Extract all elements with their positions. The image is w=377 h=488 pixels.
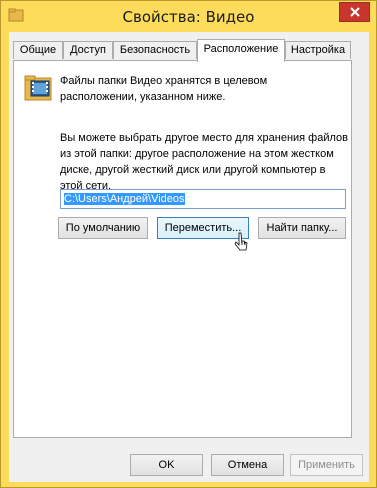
tab-location[interactable]: Расположение — [197, 39, 285, 62]
location-info-text: Файлы папки Видео хранятся в целевом рас… — [60, 75, 268, 103]
dialog-footer: OK Отмена Применить — [9, 438, 369, 482]
tab-customize[interactable]: Настройка — [285, 41, 351, 59]
tab-general[interactable]: Общие — [13, 41, 63, 59]
apply-button[interactable]: Применить — [290, 454, 363, 476]
default-button[interactable]: По умолчанию — [58, 217, 148, 239]
tab-sharing[interactable]: Доступ — [63, 41, 113, 59]
window-title: Свойства: Видео — [122, 8, 255, 26]
mouse-cursor-icon — [234, 232, 248, 251]
title-bar[interactable]: Свойства: Видео — [1, 1, 376, 35]
path-input[interactable]: C:\Users\Андрей\Videos — [60, 189, 346, 209]
close-button[interactable] — [339, 2, 370, 22]
path-value: C:\Users\Андрей\Videos — [64, 193, 185, 205]
tab-security[interactable]: Безопасность — [113, 41, 197, 59]
location-help-text: Вы можете выбрать другое место для хране… — [60, 132, 348, 192]
ok-button[interactable]: OK — [130, 454, 203, 476]
properties-window: Свойства: Видео Общие Доступ Безопасност… — [0, 0, 377, 488]
cancel-button[interactable]: Отмена — [211, 454, 284, 476]
close-icon — [349, 7, 360, 17]
video-folder-icon — [24, 75, 52, 101]
dialog-client: Общие Доступ Безопасность Расположение Н… — [9, 32, 369, 482]
location-panel: Файлы папки Видео хранятся в целевом рас… — [13, 60, 352, 438]
find-folder-button[interactable]: Найти папку... — [258, 217, 346, 239]
